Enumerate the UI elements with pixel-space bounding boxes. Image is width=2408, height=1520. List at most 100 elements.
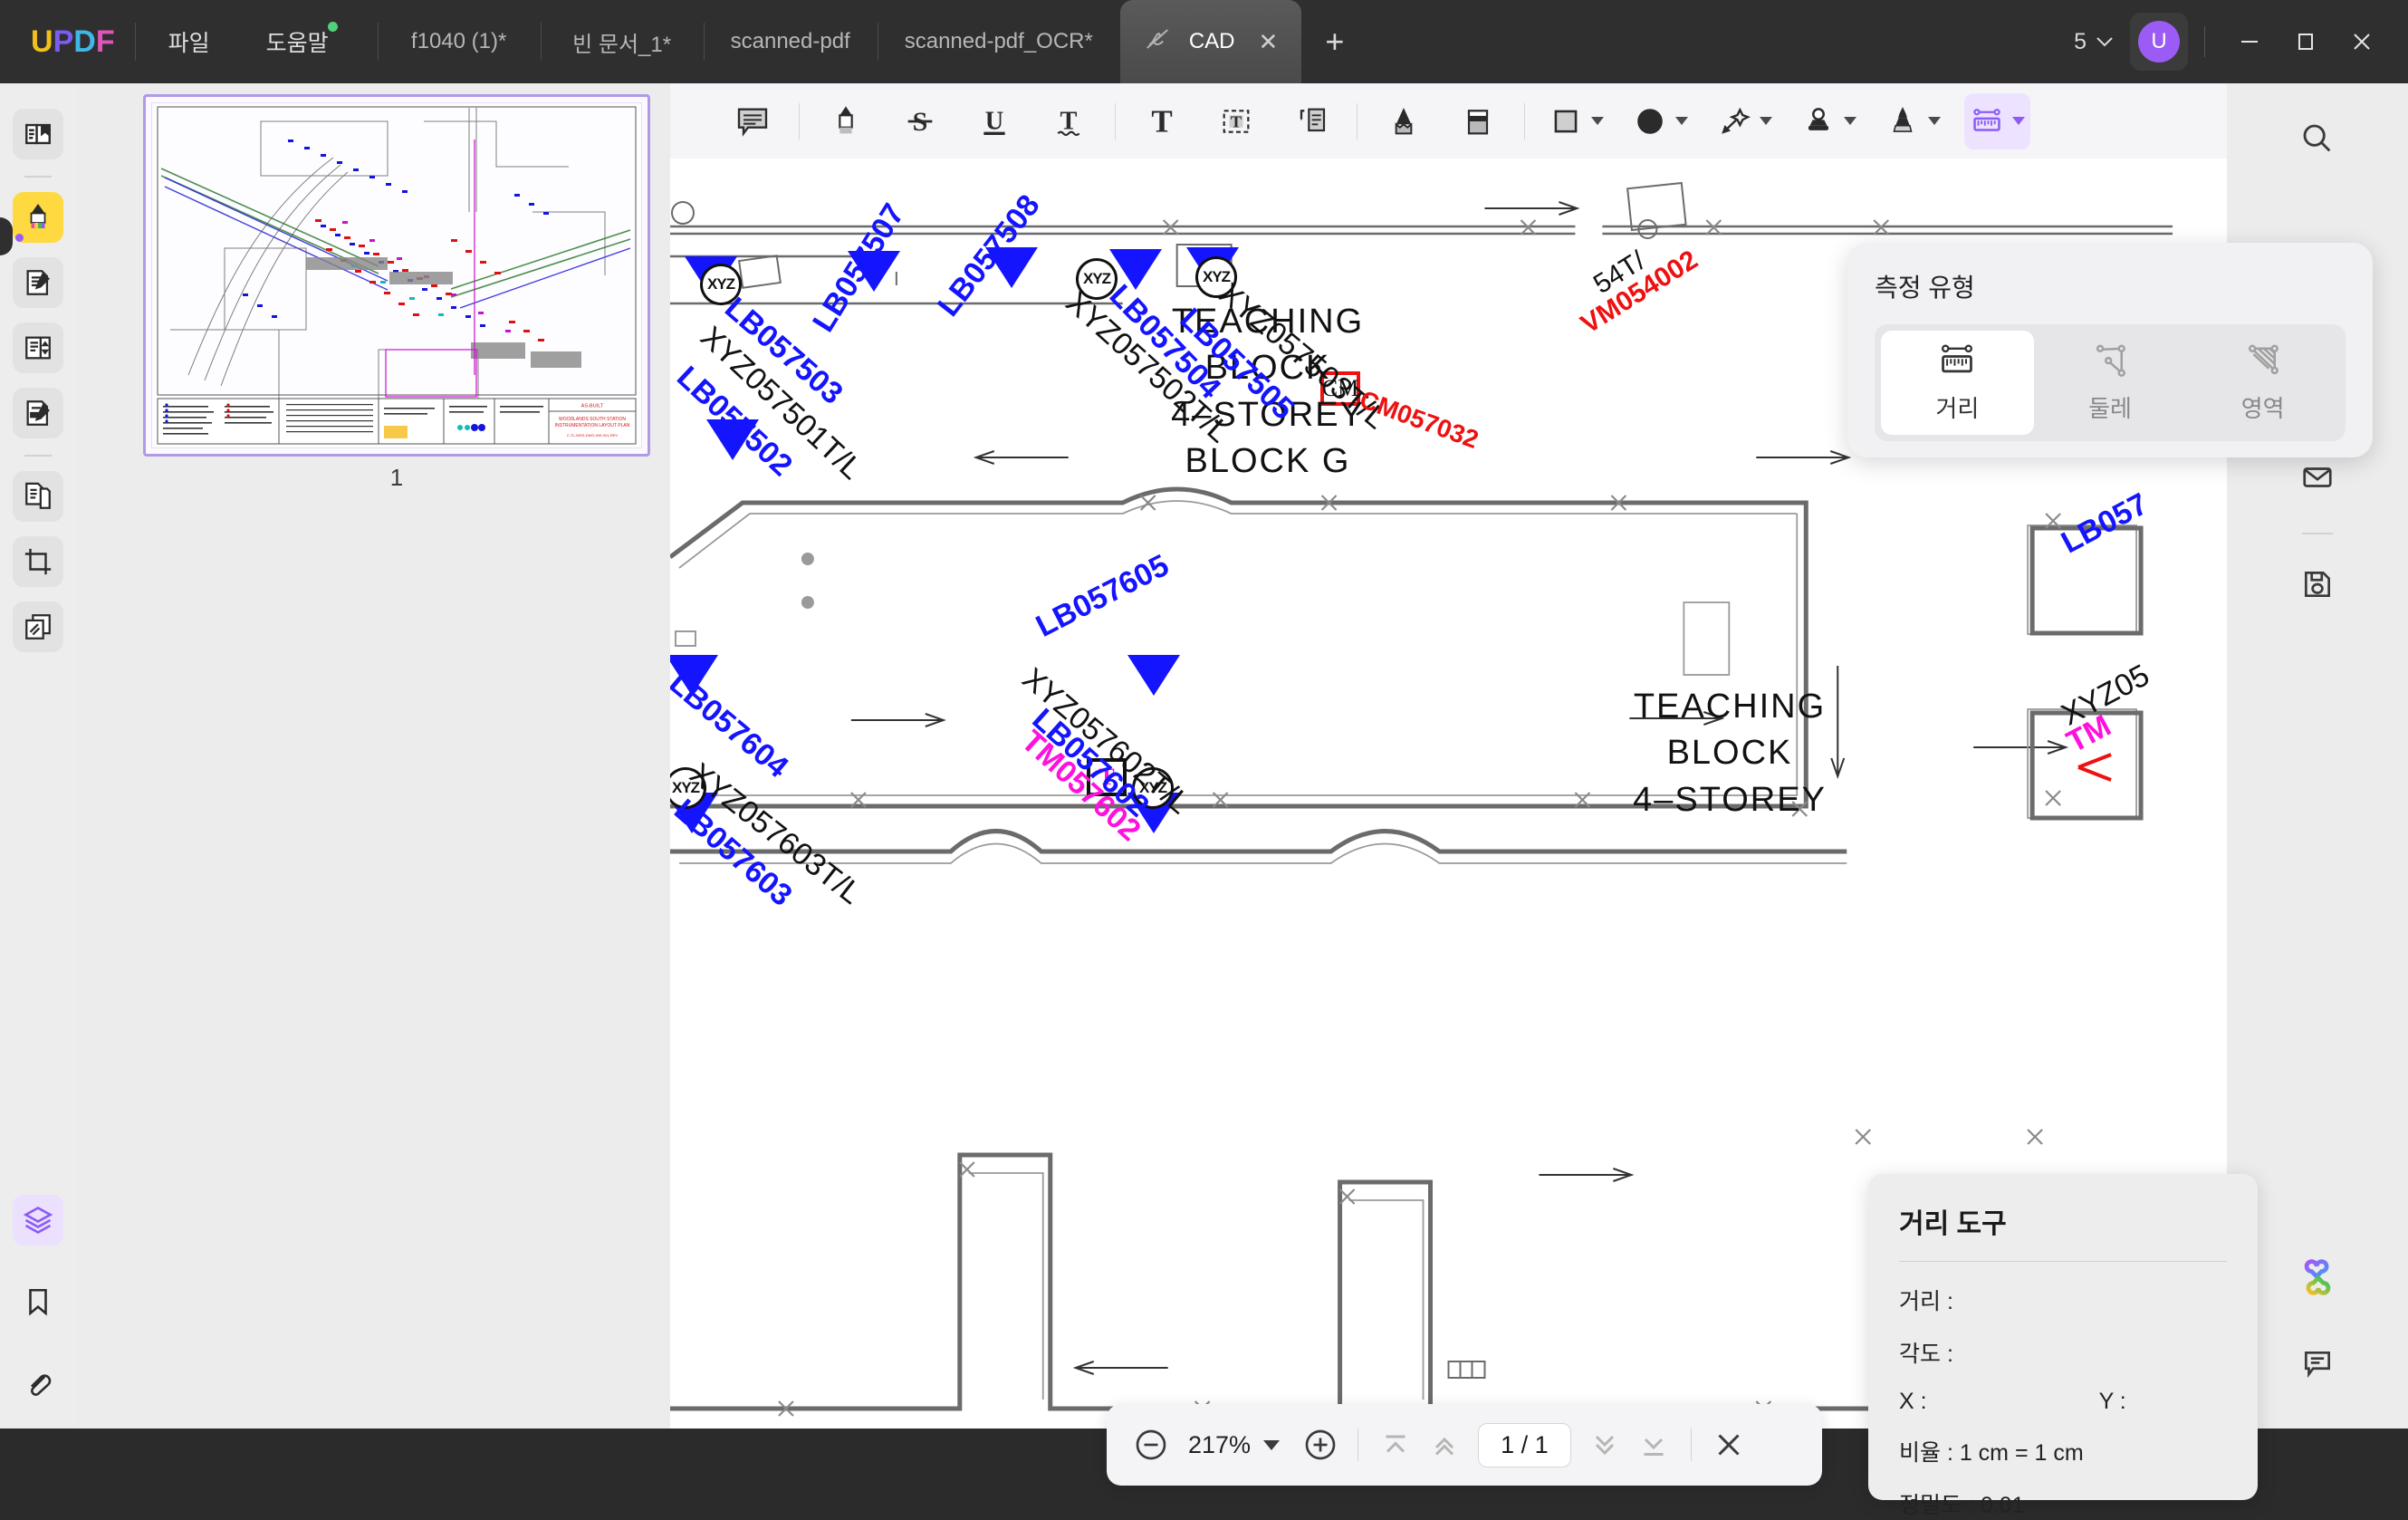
tab-f1040[interactable]: f1040 (1)*: [377, 0, 541, 83]
text-icon: T: [1151, 103, 1172, 139]
signature-stamp-button[interactable]: [1796, 93, 1862, 149]
close-icon[interactable]: ✕: [1259, 30, 1279, 53]
measure-option-label: 둘레: [2088, 395, 2132, 422]
email-button[interactable]: [2289, 449, 2346, 505]
sidebar-item-protect[interactable]: [13, 601, 63, 652]
chevron-down-icon: [2096, 36, 2113, 46]
sidebar-item-reader[interactable]: [13, 109, 63, 159]
shapes-button[interactable]: [1543, 93, 1609, 149]
squiggly-underline-button[interactable]: T: [1041, 93, 1097, 149]
svg-text:C-TL-WDS-DWG-INS-001-REV: C-TL-WDS-DWG-INS-001-REV: [567, 433, 619, 438]
page-thumbnail-1[interactable]: AS-BUILT WOODLANDS SOUTH STATION INSTRUM…: [143, 94, 650, 457]
ruler-icon: [1942, 344, 1973, 373]
chevron-down-icon[interactable]: [1760, 117, 1772, 125]
scale-row: 비율 : 1 cm = 1 cm: [1899, 1435, 2227, 1467]
comment-panel-button[interactable]: [2289, 1336, 2346, 1392]
zoom-in-button[interactable]: [1296, 1420, 1345, 1469]
tab-scanned-pdf[interactable]: scanned-pdf: [703, 0, 878, 83]
save-icon: [2304, 571, 2331, 598]
svg-text:T: T: [1060, 107, 1078, 135]
last-page-icon: [1644, 1438, 1664, 1456]
tab-cad[interactable]: CAD ✕: [1119, 0, 1302, 83]
sidebar-item-attachments[interactable]: [13, 1358, 63, 1409]
form-fill-icon: [26, 400, 50, 426]
tab-count-dropdown[interactable]: 5: [2074, 29, 2114, 55]
next-page-button[interactable]: [1580, 1420, 1629, 1469]
prev-page-button[interactable]: [1420, 1420, 1469, 1469]
tab-blank-doc[interactable]: 빈 문서_1*: [540, 0, 704, 83]
chevron-down-icon[interactable]: [1928, 117, 1941, 125]
sidebar-item-convert[interactable]: [13, 471, 63, 522]
sidebar-item-bookmarks[interactable]: [13, 1276, 63, 1327]
avatar: U: [2138, 21, 2180, 63]
angle-row: 각도 :: [1899, 1336, 2227, 1369]
sidebar-item-organize[interactable]: [13, 322, 63, 373]
pencil-icon: [1395, 107, 1413, 134]
eraser-button[interactable]: [1450, 93, 1506, 149]
tab-scanned-pdf-ocr[interactable]: scanned-pdf_OCR*: [877, 0, 1120, 83]
close-button[interactable]: [2334, 14, 2390, 70]
menu-file[interactable]: 파일: [156, 20, 223, 63]
sidebar-item-form[interactable]: [13, 388, 63, 438]
instrument-marker: [1127, 655, 1180, 696]
measure-option-area[interactable]: 영역: [2186, 331, 2339, 435]
zoom-level-label[interactable]: 217%: [1188, 1431, 1251, 1459]
angle-label: 각도 :: [1899, 1342, 1953, 1367]
chevron-down-icon[interactable]: [1675, 117, 1688, 125]
account-button[interactable]: U: [2130, 13, 2188, 71]
sidebar-item-crop[interactable]: [13, 536, 63, 587]
protect-pages-icon: [25, 614, 51, 640]
tab-label: scanned-pdf_OCR*: [904, 29, 1093, 53]
page-number-input[interactable]: 1 / 1: [1478, 1422, 1571, 1467]
zoom-in-icon: [1305, 1429, 1336, 1460]
first-page-button[interactable]: [1371, 1420, 1420, 1469]
ruler-icon: [1973, 108, 2000, 131]
highlight-text-button[interactable]: [818, 93, 874, 149]
updf-ai-button[interactable]: [2289, 1249, 2346, 1305]
logo-letter-f: F: [95, 24, 115, 59]
search-button[interactable]: [2289, 111, 2346, 167]
strikethrough-button[interactable]: S: [892, 93, 948, 149]
measure-option-perimeter[interactable]: 둘레: [2034, 331, 2187, 435]
shape-fill-button[interactable]: [1627, 93, 1693, 149]
svg-text:T: T: [1151, 103, 1172, 139]
maximize-button[interactable]: [2278, 14, 2334, 70]
tab-count-label: 5: [2074, 28, 2087, 54]
last-page-button[interactable]: [1629, 1420, 1678, 1469]
highlighter-icon: [30, 204, 46, 228]
sticky-note-icon: [737, 108, 768, 137]
email-icon: [2303, 467, 2332, 487]
underline-icon: U: [983, 107, 1005, 135]
sticky-note-button[interactable]: [724, 93, 781, 149]
measure-tool-button[interactable]: [1964, 92, 2030, 149]
chevron-down-icon[interactable]: [1844, 117, 1856, 125]
app-body: AS-BUILT WOODLANDS SOUTH STATION INSTRUM…: [0, 83, 2408, 1518]
zoom-dropdown-icon[interactable]: [1263, 1439, 1281, 1450]
area-icon: [2248, 344, 2278, 375]
zoom-out-icon: [1136, 1429, 1166, 1460]
menu-help[interactable]: 도움말: [254, 20, 341, 63]
chevron-down-icon[interactable]: [2012, 117, 2025, 125]
stamp-star-button[interactable]: [1712, 93, 1778, 149]
sidebar-item-edit-pdf[interactable]: [13, 257, 63, 308]
distance-panel-title: 거리 도구: [1899, 1209, 2007, 1239]
underline-button[interactable]: U: [966, 93, 1022, 149]
convert-pdf-icon: [25, 482, 51, 509]
text-box-button[interactable]: T: [1208, 93, 1264, 149]
thumbnail-panel: AS-BUILT WOODLANDS SOUTH STATION INSTRUM…: [76, 83, 670, 1429]
save-button[interactable]: [2289, 556, 2346, 612]
thumbnail-page-number: 1: [389, 464, 404, 491]
pencil-button[interactable]: [1376, 93, 1432, 149]
sidebar-item-layers[interactable]: [13, 1195, 63, 1246]
chevron-down-icon[interactable]: [1591, 117, 1604, 125]
add-text-button[interactable]: T: [1134, 93, 1190, 149]
new-tab-button[interactable]: +: [1325, 25, 1344, 58]
pen-stamp-button[interactable]: [1880, 93, 1946, 149]
zoom-out-button[interactable]: [1127, 1420, 1175, 1469]
measure-option-distance[interactable]: 거리: [1881, 331, 2034, 435]
close-pagebar-button[interactable]: [1704, 1420, 1753, 1469]
minimize-button[interactable]: [2221, 14, 2278, 70]
distance-label: 거리 :: [1899, 1289, 1953, 1314]
panel-collapse-handle[interactable]: [0, 217, 13, 255]
text-callout-button[interactable]: [1282, 93, 1338, 149]
